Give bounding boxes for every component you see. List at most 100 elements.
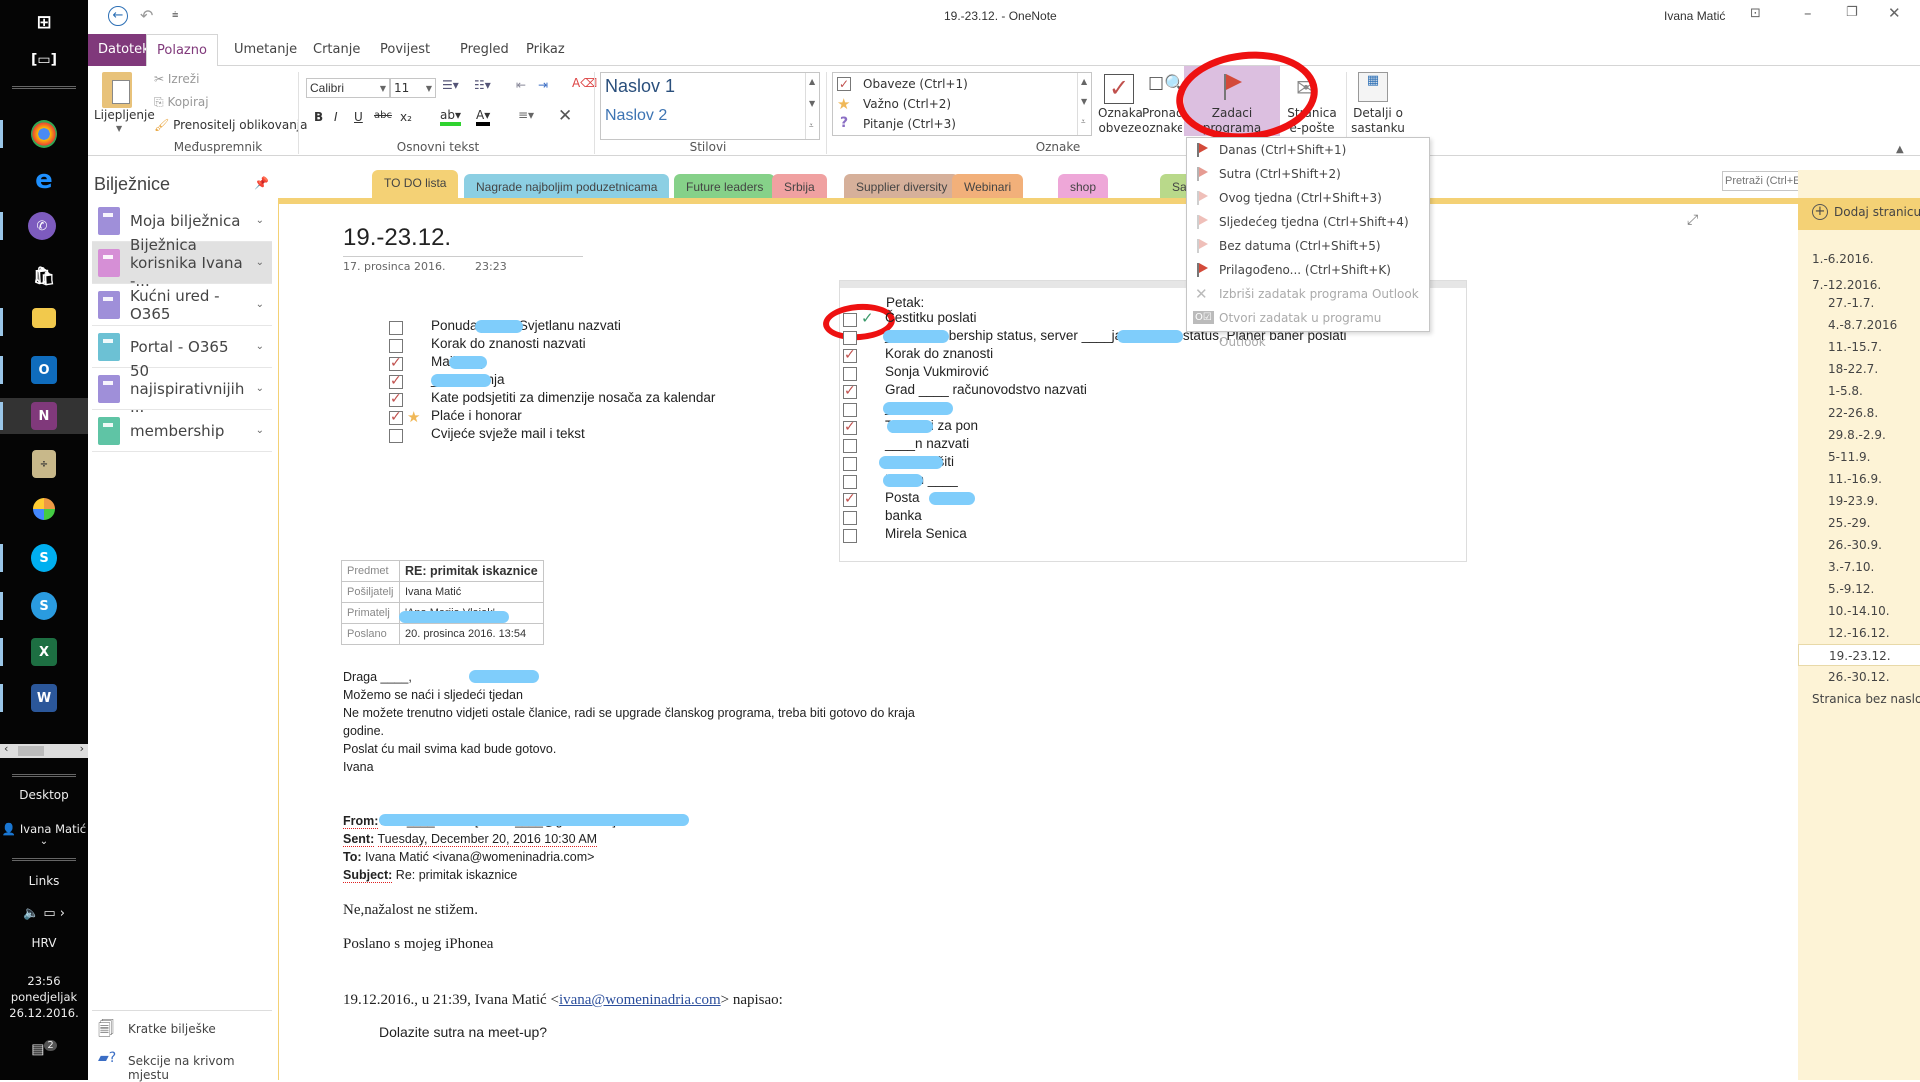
notebook-item[interactable]: 50 najispirativnijih ... ⌄ — [92, 362, 272, 416]
page-item[interactable]: 22-26.8. — [1798, 402, 1920, 424]
strikethrough-button[interactable]: abc — [374, 110, 392, 121]
add-page-button[interactable]: + Dodaj stranicu — [1798, 198, 1920, 230]
page-item[interactable]: 1.-6.2016.⌄ — [1798, 248, 1920, 270]
notifications-icon[interactable]: ▤ 2 — [0, 1040, 88, 1058]
tag-todo[interactable]: ✓ Obaveze (Ctrl+1) — [837, 75, 1077, 95]
todo-tag-icon[interactable]: ✓ — [1104, 74, 1134, 104]
page-item[interactable]: 19-23.9. — [1798, 490, 1920, 512]
section-tab[interactable]: Supplier diversity — [844, 174, 960, 200]
todo-item[interactable]: Posta — [885, 490, 920, 505]
paste-button[interactable]: Lijepljenje — [94, 108, 155, 122]
todo-item[interactable]: Grad ____ računovodstvo nazvati — [885, 382, 1087, 397]
page-item[interactable]: 10.-14.10. — [1798, 600, 1920, 622]
tab-polazno[interactable]: Polazno — [146, 34, 218, 67]
todo-checkbox[interactable] — [843, 457, 857, 471]
decrease-indent-icon[interactable]: ⇤ — [516, 78, 526, 92]
viber-icon[interactable]: ✆ — [28, 212, 56, 240]
outlook-icon[interactable]: O — [31, 356, 57, 384]
bold-button[interactable]: B — [314, 110, 323, 124]
menu-item[interactable]: Ovog tjedna (Ctrl+Shift+3) — [1187, 186, 1429, 210]
tab-umetanje[interactable]: Umetanje — [224, 34, 307, 66]
word-icon[interactable]: W — [31, 684, 57, 712]
tab-prikaz[interactable]: Prikaz — [516, 34, 575, 66]
links-label[interactable]: Links — [0, 874, 88, 888]
todo-item[interactable]: ____n nazvati — [885, 436, 969, 451]
menu-item[interactable]: ✕ Izbriši zadatak programa Outlook — [1187, 282, 1429, 306]
page-item[interactable]: 27.-1.7. — [1798, 292, 1920, 314]
page-item[interactable]: 29.8.-2.9. — [1798, 424, 1920, 446]
page-item[interactable]: 11.-16.9. — [1798, 468, 1920, 490]
delete-icon[interactable]: ✕ — [558, 106, 572, 126]
increase-indent-icon[interactable]: ⇥ — [538, 78, 548, 92]
chevron-down-icon[interactable]: ⌄ — [256, 383, 264, 394]
tag-important[interactable]: ★ Važno (Ctrl+2) — [837, 95, 1077, 115]
todo-checkbox[interactable] — [843, 403, 857, 417]
minimize-icon[interactable]: – — [1804, 4, 1812, 22]
notebook-item[interactable]: membership ⌄ — [92, 410, 272, 452]
collapse-ribbon-icon[interactable]: ▲ — [1896, 144, 1904, 155]
page-item[interactable]: Stranica bez naslova — [1798, 688, 1920, 710]
menu-item[interactable]: Bez datuma (Ctrl+Shift+5) — [1187, 234, 1429, 258]
todo-item[interactable]: Cvijeće svježe mail i tekst — [431, 426, 585, 441]
notebook-item[interactable]: Biježnica korisnika Ivana -... ⌄ — [92, 236, 272, 290]
calculator-icon[interactable]: ÷ — [32, 450, 56, 478]
user-label[interactable]: 👤 Ivana Matić — [0, 822, 88, 836]
paste-icon[interactable] — [102, 72, 132, 108]
todo-checkbox[interactable] — [389, 409, 403, 425]
chevron-down-icon[interactable]: ⌄ — [256, 215, 264, 226]
start-icon[interactable]: ⊞ — [28, 8, 60, 36]
todo-checkbox[interactable] — [389, 339, 403, 353]
todo-item[interactable]: Sonja Vukmirović — [885, 364, 989, 379]
todo-checkbox[interactable] — [843, 475, 857, 489]
page-item[interactable]: 19.-23.12. — [1798, 644, 1920, 666]
section-tab[interactable]: Srbija — [772, 174, 827, 200]
task-view-icon[interactable]: [▭] — [28, 46, 60, 74]
page-item[interactable]: 4.-8.7.2016 — [1798, 314, 1920, 336]
paste-dropdown-icon[interactable]: ▼ — [116, 124, 122, 133]
notebook-item[interactable]: Kućni ured - O365 ⌄ — [92, 284, 272, 326]
todo-item[interactable]: Mirela Senica — [885, 526, 967, 541]
menu-item[interactable]: Danas (Ctrl+Shift+1) — [1187, 138, 1429, 162]
todo-checkbox[interactable] — [843, 383, 857, 399]
close-icon[interactable]: ✕ — [1888, 4, 1901, 22]
section-tab[interactable]: Webinari — [952, 174, 1024, 200]
underline-button[interactable]: U — [354, 110, 363, 124]
page-item[interactable]: 3.-7.10. — [1798, 556, 1920, 578]
font-size-select[interactable]: 11 ▼ — [390, 78, 436, 98]
page-item[interactable]: 12.-16.12. — [1798, 622, 1920, 644]
section-tab[interactable]: TO DO lista — [372, 170, 459, 200]
todo-checkbox[interactable] — [843, 511, 857, 525]
section-tab[interactable]: Future leaders — [674, 174, 776, 200]
back-icon[interactable]: ← — [108, 6, 128, 26]
page-item[interactable]: 11.-15.7. — [1798, 336, 1920, 358]
menu-item[interactable]: Prilagođeno... (Ctrl+Shift+K) — [1187, 258, 1429, 282]
highlight-icon[interactable]: ab▾ — [440, 108, 461, 126]
edge-icon[interactable]: e — [28, 165, 60, 195]
quick-notes-link[interactable]: 🗐 Kratke bilješke — [98, 1018, 278, 1042]
email-link[interactable]: ivana@womeninadria.com — [559, 992, 721, 1008]
todo-checkbox[interactable] — [843, 367, 857, 381]
taskbar-scrollbar[interactable]: ‹ › — [0, 742, 88, 758]
style-heading-1[interactable]: Naslov 1 — [605, 76, 675, 97]
todo-checkbox[interactable] — [843, 529, 857, 543]
bullets-icon[interactable]: ☰▾ — [442, 78, 459, 92]
chevron-down-icon[interactable]: ⌄ — [256, 257, 264, 268]
tab-povijest[interactable]: Povijest — [370, 34, 440, 66]
align-icon[interactable]: ≡▾ — [518, 108, 534, 122]
chevron-down-icon[interactable]: ⌄ — [256, 299, 264, 310]
tab-crtanje[interactable]: Crtanje — [303, 34, 370, 66]
style-heading-2[interactable]: Naslov 2 — [605, 107, 667, 125]
todo-item[interactable]: Kate podsjetiti za dimenzije nosača za k… — [431, 390, 715, 405]
menu-item[interactable]: Sljedećeg tjedna (Ctrl+Shift+4) — [1187, 210, 1429, 234]
misplaced-sections-link[interactable]: ▰? Sekcije na krivom mjestu — [98, 1050, 278, 1082]
ribbon-display-icon[interactable]: ⊡ — [1750, 6, 1761, 21]
todo-checkbox[interactable] — [843, 419, 857, 435]
section-tab[interactable]: Nagrade najboljim poduzetnicama — [464, 174, 670, 200]
font-color-icon[interactable]: A▾ — [476, 108, 491, 126]
excel-icon[interactable]: X — [31, 638, 57, 666]
page-item[interactable]: 26.-30.9. — [1798, 534, 1920, 556]
meeting-details-button[interactable]: Detalji o sastanku — [1350, 106, 1406, 136]
todo-tag-button[interactable]: Oznaka obveze — [1098, 106, 1143, 136]
font-family-select[interactable]: Calibri ▼ — [306, 78, 390, 98]
menu-item[interactable]: Sutra (Ctrl+Shift+2) — [1187, 162, 1429, 186]
